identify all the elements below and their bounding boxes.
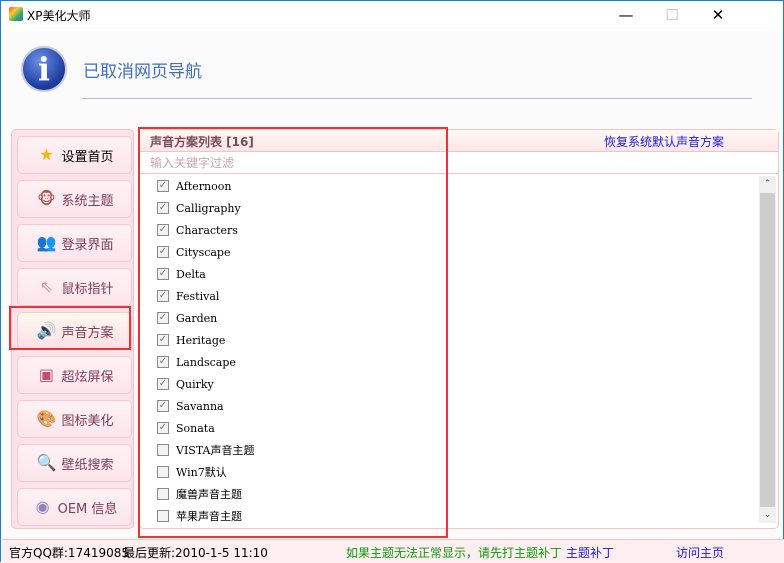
highlight-box [138, 127, 448, 538]
sidebar-item-6[interactable]: 🎨 图标美化 [17, 400, 132, 438]
visit-homepage-link[interactable]: 访问主页 [676, 544, 724, 561]
maximize-button[interactable]: ☐ [649, 1, 695, 31]
info-icon: i [21, 46, 67, 92]
patch-notice: 如果主题无法正常显示，请先打主题补丁 [346, 546, 563, 560]
sidebar-item-label: 登录界面 [61, 237, 114, 253]
theme-patch-link[interactable]: 主题补丁 [566, 544, 614, 561]
sidebar-item-1[interactable]: 🐵 系统主题 [17, 180, 132, 218]
sidebar-item-label: 图标美化 [61, 413, 114, 429]
sidebar-item-0[interactable]: ★ 设置首页 [17, 136, 132, 174]
magnifier-icon: 🔍 [36, 453, 57, 472]
qq-group: 官方QQ群:17419085 [9, 546, 130, 560]
cursor-icon: ⇖ [39, 277, 54, 296]
sidebar-item-label: 鼠标指针 [61, 281, 114, 297]
sidebar-item-label: OEM 信息 [57, 501, 118, 517]
close-button[interactable]: ✕ [695, 1, 741, 31]
sidebar-item-label: 设置首页 [61, 149, 114, 165]
restore-default-link[interactable]: 恢复系统默认声音方案 [604, 133, 724, 150]
app-icon [9, 7, 23, 21]
scroll-down-button[interactable]: ⌄ [759, 507, 776, 523]
sidebar-item-5[interactable]: ▣ 超炫屏保 [17, 356, 132, 394]
sidebar-item-8[interactable]: ◉ OEM 信息 [17, 488, 132, 526]
users-icon: 👥 [36, 233, 57, 252]
divider [82, 98, 752, 99]
sidebar-item-2[interactable]: 👥 登录界面 [17, 224, 132, 262]
title-bar: XP美化大师 — ☐ ✕ [1, 1, 783, 31]
scroll-up-button[interactable]: ⌃ [759, 176, 776, 192]
sidebar-item-label: 壁纸搜索 [61, 457, 114, 473]
sidebar-item-label: 超炫屏保 [61, 369, 114, 385]
scrollbar[interactable]: ⌃ ⌄ [759, 176, 776, 523]
last-updated: 最后更新:2010-1-5 11:10 [123, 546, 268, 560]
scroll-thumb[interactable] [760, 193, 775, 507]
sidebar-item-7[interactable]: 🔍 壁纸搜索 [17, 444, 132, 482]
header-message: 已取消网页导航 [83, 62, 202, 82]
highlight-box [9, 306, 131, 350]
palette-icon: 🎨 [36, 409, 57, 428]
app-window: XP美化大师 — ☐ ✕ i 已取消网页导航 ★ 设置首页 🐵 系统主题 👥 登录界面 ⇖ 鼠… [0, 0, 784, 563]
star-icon: ★ [39, 145, 54, 164]
status-bar: 官方QQ群:17419085 最后更新:2010-1-5 11:10 如果主题无… [2, 539, 784, 563]
minimize-button[interactable]: — [603, 1, 649, 31]
monkey-icon: 🐵 [37, 189, 56, 208]
window-title: XP美化大师 [27, 9, 91, 23]
globe-icon: ◉ [35, 497, 50, 516]
screensaver-icon: ▣ [38, 365, 55, 384]
sidebar-item-3[interactable]: ⇖ 鼠标指针 [17, 268, 132, 306]
sidebar-item-label: 系统主题 [61, 193, 114, 209]
